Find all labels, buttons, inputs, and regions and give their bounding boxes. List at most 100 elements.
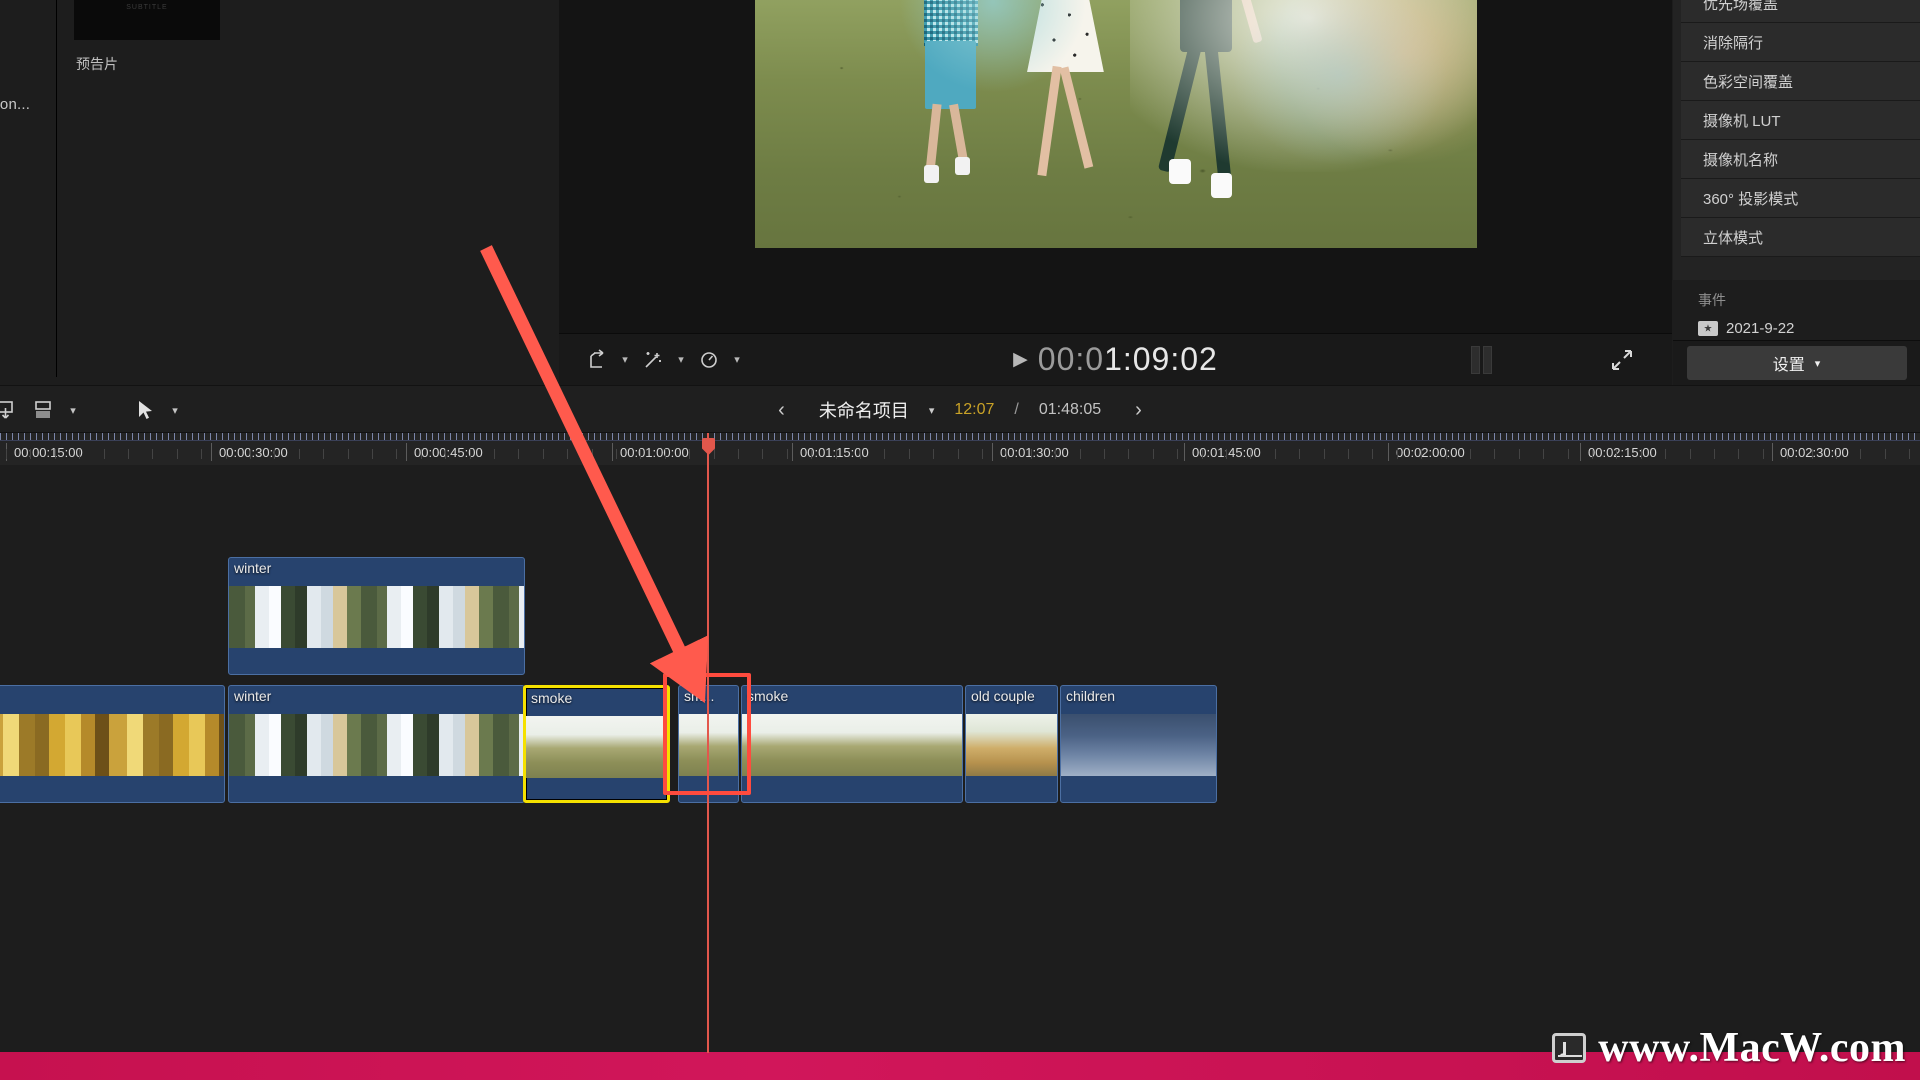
ruler-minor-tick	[1494, 449, 1495, 459]
magic-wand-icon[interactable]	[638, 345, 668, 375]
event-row[interactable]: 2021-9-22	[1698, 320, 1794, 337]
ruler-minor-tick	[1592, 449, 1593, 459]
ruler-minor-tick	[1812, 449, 1813, 459]
watermark: www.MacW.com	[1552, 1024, 1906, 1072]
ruler-minor-tick	[518, 449, 519, 459]
inspector-item-camera-lut[interactable]: 摄像机 LUT	[1681, 101, 1920, 140]
clip-thumbnail-strip	[229, 714, 524, 776]
timeline-clip[interactable]: winter	[228, 685, 525, 803]
ruler-minor-tick	[1202, 449, 1203, 459]
ruler-minor-tick	[1665, 449, 1666, 459]
ruler-minor-tick	[640, 449, 641, 459]
ruler-major-tick	[1772, 443, 1773, 461]
timeline-clip[interactable]: winter	[228, 557, 525, 675]
ruler-tick-label: 00:01:30:00	[1000, 445, 1069, 460]
ruler-minor-tick	[665, 449, 666, 459]
timeline-clip[interactable]: children	[1060, 685, 1217, 803]
events-section-title: 事件	[1698, 292, 1726, 308]
project-chevron-down-icon[interactable]: ▾	[929, 404, 935, 417]
ruler-minor-tick	[30, 449, 31, 459]
ruler-minor-tick	[6, 449, 7, 459]
thumbnail-image: TITLE HERE SUBTITLE	[74, 0, 220, 40]
timeline-body[interactable]: winter winter smoke sm... smoke old couple chi…	[0, 465, 1920, 1035]
timeline-clip[interactable]: smoke	[741, 685, 963, 803]
ruler-major-tick	[792, 443, 793, 461]
ruler-minor-tick	[958, 449, 959, 459]
timeline-toolbar: ▾ ▾ ‹ 未命名项目 ▾ 12:07 / 01:48:05 ›	[0, 385, 1920, 433]
ruler-minor-tick	[1250, 449, 1251, 459]
ruler-minor-tick	[860, 449, 861, 459]
ruler-tick-label: 00:02:30:00	[1780, 445, 1849, 460]
transform-chevron-down-icon[interactable]: ▾	[616, 345, 634, 375]
inspector-item-label: 色彩空间覆盖	[1703, 73, 1794, 91]
expand-icon[interactable]	[1610, 348, 1634, 372]
ruler-minor-tick	[1324, 449, 1325, 459]
ruler-tick-label: 00:02:00:00	[1396, 445, 1465, 460]
viewer-panel: ▾ ▾ ▾ ▶ 00:01:09:02	[559, 0, 1672, 385]
chevron-left-icon[interactable]: ‹	[764, 399, 799, 422]
media-pool-clipped-label: tion...	[0, 96, 31, 113]
inspector-item-list: 优先场覆盖 消除隔行 色彩空间覆盖 摄像机 LUT 摄像机名称 360° 投影模…	[1681, 0, 1920, 257]
ruler-minor-tick	[1372, 449, 1373, 459]
ruler-minor-tick	[1226, 449, 1227, 459]
davinci-resolve-window: tion... TITLE HERE SUBTITLE 预告片	[0, 0, 1920, 1080]
media-thumbnail[interactable]: TITLE HERE SUBTITLE	[74, 0, 220, 40]
ruler-minor-tick	[55, 449, 56, 459]
inspector-panel: 优先场覆盖 消除隔行 色彩空间覆盖 摄像机 LUT 摄像机名称 360° 投影模…	[1673, 0, 1920, 385]
magic-wand-chevron-down-icon[interactable]: ▾	[672, 345, 690, 375]
play-icon[interactable]: ▶	[1013, 348, 1028, 371]
inspector-item-stereo-mode[interactable]: 立体模式	[1681, 218, 1920, 257]
ruler-major-tick	[612, 443, 613, 461]
ruler-labels: 00:00:15:00 00:00:30:00 00:00:45:00 00:01:0…	[0, 441, 1920, 465]
inspector-item-field-dominance[interactable]: 优先场覆盖	[1681, 0, 1920, 23]
ruler-minor-tick	[152, 449, 153, 459]
ruler-tick-row	[0, 433, 1920, 441]
clip-thumbnail-strip	[1061, 714, 1216, 776]
clip-thumbnail-strip	[966, 714, 1057, 776]
ruler-minor-tick	[396, 449, 397, 459]
top-section: tion... TITLE HERE SUBTITLE 预告片	[0, 0, 1920, 385]
timeline-ruler[interactable]: 00:00:15:00 00:00:30:00 00:00:45:00 00:01:0…	[0, 433, 1920, 465]
ruler-tick-label: 00:01:00:00	[620, 445, 689, 460]
viewer-scope-bars	[1471, 345, 1492, 374]
ruler-minor-tick	[323, 449, 324, 459]
media-pool-panel: tion... TITLE HERE SUBTITLE 预告片	[0, 0, 558, 385]
ruler-minor-tick	[274, 449, 275, 459]
timeline-clip[interactable]	[0, 685, 225, 803]
viewer-timecode-dim: 00:0	[1037, 341, 1105, 377]
ruler-minor-tick	[421, 449, 422, 459]
inspector-item-color-space[interactable]: 色彩空间覆盖	[1681, 62, 1920, 101]
transform-icon[interactable]	[582, 345, 612, 375]
inspector-item-camera-name[interactable]: 摄像机名称	[1681, 140, 1920, 179]
ruler-minor-tick	[1128, 449, 1129, 459]
ruler-minor-tick	[1080, 449, 1081, 459]
speed-warp-icon[interactable]	[694, 345, 724, 375]
ruler-minor-tick	[1860, 449, 1861, 459]
ruler-minor-tick	[201, 449, 202, 459]
ruler-minor-tick	[348, 449, 349, 459]
ruler-minor-tick	[372, 449, 373, 459]
inspector-item-label: 摄像机名称	[1703, 151, 1779, 169]
timeline-clip[interactable]: old couple	[965, 685, 1058, 803]
ruler-minor-tick	[1275, 449, 1276, 459]
ruler-minor-tick	[470, 449, 471, 459]
clip-thumbnail-strip	[742, 714, 962, 776]
media-pool-divider	[56, 0, 57, 377]
viewer-stage[interactable]	[559, 0, 1672, 348]
ruler-minor-tick	[592, 449, 593, 459]
settings-button[interactable]: 设置 ▾	[1686, 346, 1907, 380]
ruler-tick-label: 00:00:30:00	[219, 445, 288, 460]
timeline-clip[interactable]: smoke	[523, 685, 670, 803]
timeline-total-duration: 01:48:05	[1038, 401, 1102, 418]
inspector-item-360-projection[interactable]: 360° 投影模式	[1681, 179, 1920, 218]
ruler-minor-tick	[1470, 449, 1471, 459]
ruler-minor-tick	[1690, 449, 1691, 459]
speed-warp-chevron-down-icon[interactable]: ▾	[728, 345, 746, 375]
clip-label: winter	[234, 688, 272, 704]
settings-button-label: 设置	[1772, 357, 1805, 374]
ruler-minor-tick	[811, 449, 812, 459]
clip-label: sm...	[684, 688, 715, 704]
chevron-right-icon[interactable]: ›	[1121, 399, 1156, 422]
inspector-item-deinterlace[interactable]: 消除隔行	[1681, 23, 1920, 62]
ruler-minor-tick	[79, 449, 80, 459]
